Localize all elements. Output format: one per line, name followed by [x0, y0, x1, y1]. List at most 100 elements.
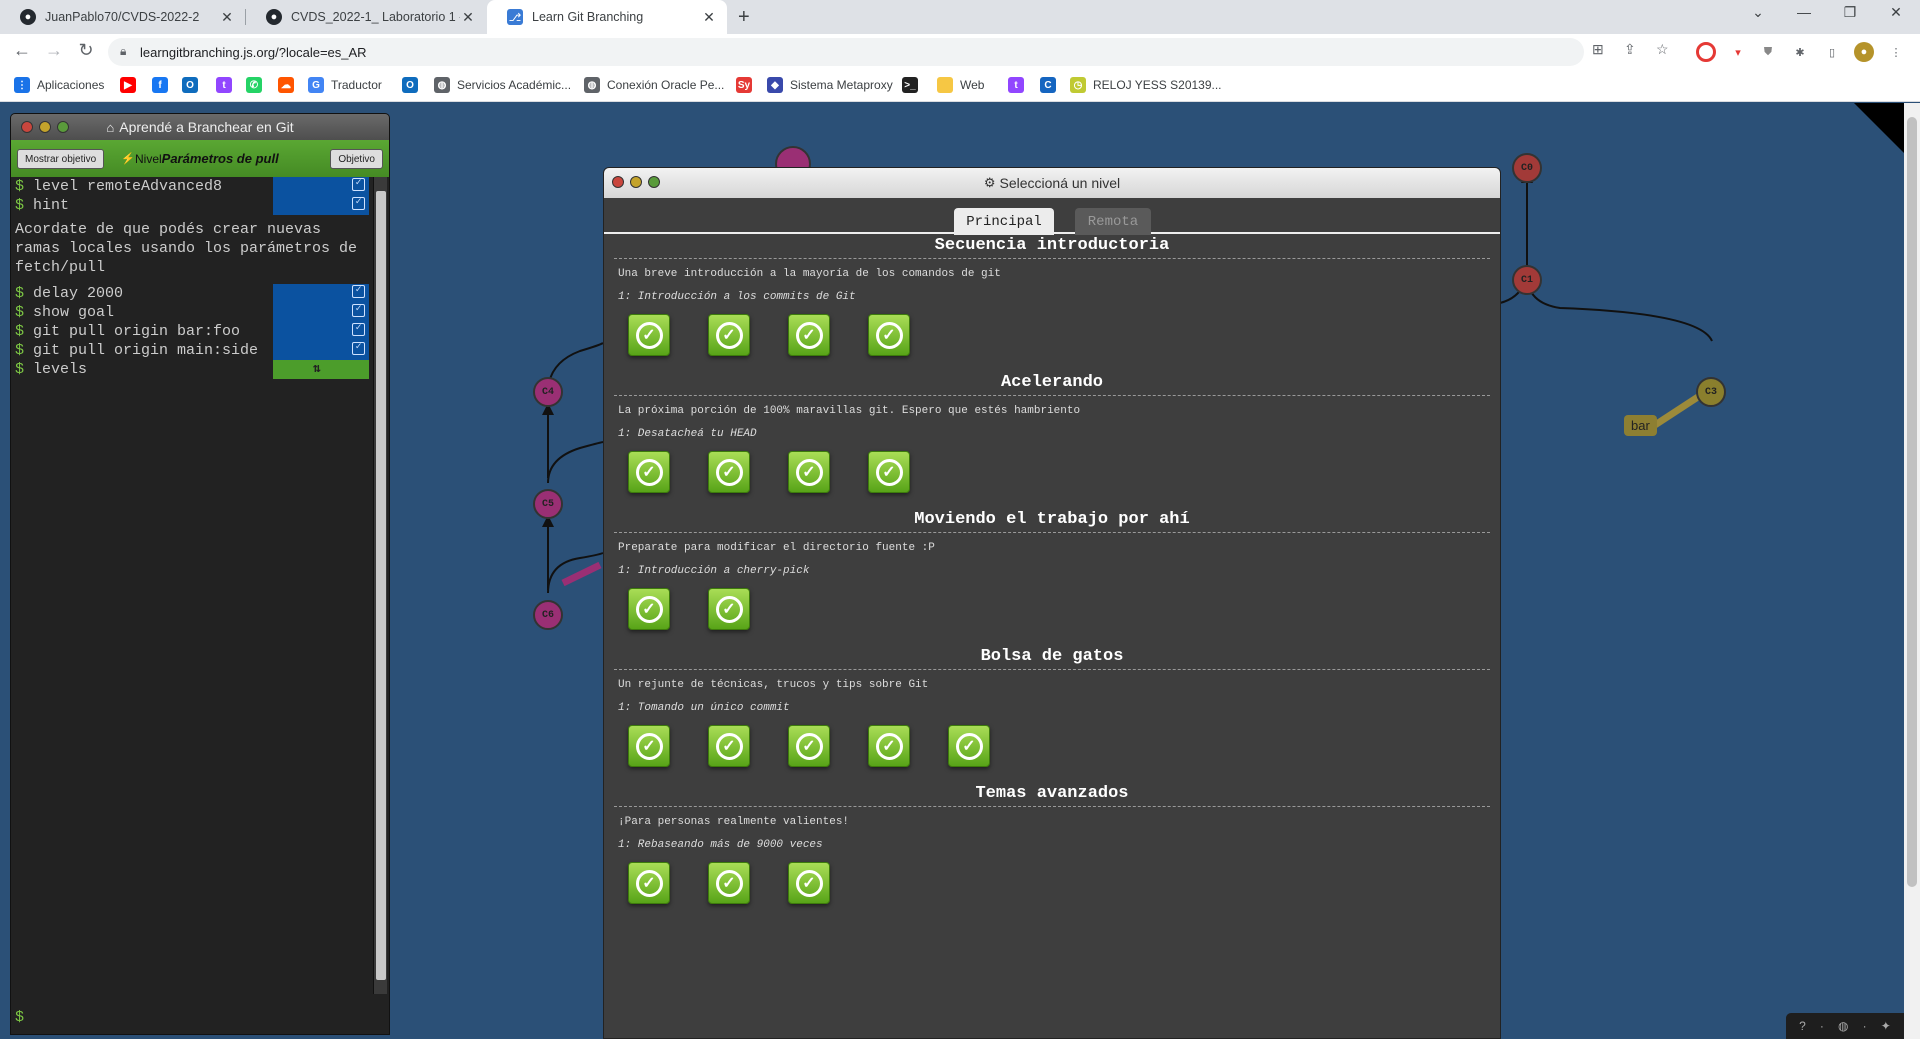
- bookmark-item[interactable]: >_: [902, 77, 925, 93]
- bookmark-item[interactable]: ☁: [278, 77, 301, 93]
- minimize-dot-icon[interactable]: [630, 176, 642, 188]
- bookmark-label: Aplicaciones: [37, 78, 105, 92]
- show-goal-button[interactable]: Mostrar objetivo: [17, 149, 105, 169]
- tab-remota[interactable]: Remota: [1075, 208, 1151, 235]
- close-tab-icon[interactable]: ✕: [219, 9, 235, 26]
- url-text: learngitbranching.js.org/?locale=es_AR: [140, 45, 367, 60]
- level-complete-icon[interactable]: ✓: [788, 451, 830, 493]
- bookmark-item[interactable]: ✆: [246, 77, 269, 93]
- forward-icon[interactable]: →: [42, 40, 66, 61]
- bookmark-item[interactable]: ▶: [120, 77, 143, 93]
- globe-icon[interactable]: ◍: [1838, 1019, 1848, 1033]
- translate-icon[interactable]: ⊞: [1592, 41, 1604, 58]
- checkmark-icon: ✓: [795, 732, 823, 760]
- commit-node-c6: C6: [533, 600, 563, 630]
- sequence-description: ¡Para personas realmente valientes!: [618, 816, 850, 828]
- level-complete-icon[interactable]: ✓: [628, 588, 670, 630]
- level-complete-icon[interactable]: ✓: [628, 451, 670, 493]
- level-complete-icon[interactable]: ✓: [868, 314, 910, 356]
- browser-tab-github-cvds[interactable]: ● JuanPablo70/CVDS-2022-2 ✕: [0, 0, 245, 34]
- bookmark-star-icon[interactable]: ☆: [1656, 41, 1669, 58]
- pocket-extension-icon[interactable]: ▾: [1728, 42, 1748, 62]
- tab-principal[interactable]: Principal: [954, 208, 1054, 235]
- level-complete-icon[interactable]: ✓: [708, 451, 750, 493]
- shield-extension-icon[interactable]: ⛊: [1758, 42, 1778, 62]
- browser-tab-laboratorio[interactable]: ● CVDS_2022-1_ Laboratorio 1 - In ✕: [246, 0, 486, 34]
- github-corner-icon[interactable]: [1854, 103, 1904, 153]
- bookmark-item[interactable]: t: [1008, 77, 1031, 93]
- maximize-dot-icon[interactable]: [57, 121, 69, 133]
- sequence-title: Acelerando: [1000, 373, 1104, 392]
- page-scrollbar[interactable]: [1904, 103, 1920, 1039]
- bookmark-item[interactable]: O: [182, 77, 205, 93]
- side-panel-icon[interactable]: ▯: [1822, 42, 1842, 62]
- level-complete-icon[interactable]: ✓: [708, 862, 750, 904]
- level-complete-icon[interactable]: ✓: [628, 862, 670, 904]
- bookmark-item[interactable]: ◍ Servicios Académic...: [434, 77, 571, 93]
- close-window-icon[interactable]: ✕: [1876, 4, 1916, 21]
- help-icon[interactable]: ?: [1799, 1019, 1806, 1033]
- tab-label: JuanPablo70/CVDS-2022-2: [45, 10, 200, 24]
- restore-icon[interactable]: ❐: [1830, 4, 1870, 21]
- bookmark-item[interactable]: O: [402, 77, 425, 93]
- level-complete-icon[interactable]: ✓: [628, 314, 670, 356]
- reload-icon[interactable]: ↻: [74, 40, 98, 61]
- bookmark-item[interactable]: C: [1040, 77, 1063, 93]
- hint-output: Acordate de que podés crear nuevas ramas…: [15, 221, 358, 276]
- level-complete-icon[interactable]: ✓: [708, 314, 750, 356]
- tab-search-icon[interactable]: ⌄: [1738, 4, 1778, 21]
- bookmark-item[interactable]: G Traductor: [308, 77, 382, 93]
- bookmark-item[interactable]: ◷ RELOJ YESS S20139...: [1070, 77, 1222, 93]
- browser-tab-learn-git[interactable]: ⎇ Learn Git Branching ✕: [487, 0, 727, 34]
- bookmark-item[interactable]: Web: [937, 77, 984, 93]
- minimize-icon[interactable]: —: [1784, 4, 1824, 20]
- apps-grid-icon: ⋮: [14, 77, 30, 93]
- level-icons: ✓ ✓ ✓ ✓: [604, 311, 1500, 371]
- back-icon[interactable]: ←: [10, 40, 34, 61]
- bookmark-item[interactable]: Sy: [736, 77, 759, 93]
- close-tab-icon[interactable]: ✕: [460, 9, 476, 26]
- bookmark-item[interactable]: ◍ Conexión Oracle Pe...: [584, 77, 724, 93]
- terminal-title: Aprendé a Branchear en Git: [119, 119, 294, 135]
- opera-extension-icon[interactable]: [1696, 42, 1716, 62]
- new-tab-icon[interactable]: +: [738, 6, 750, 29]
- level-complete-icon[interactable]: ✓: [708, 725, 750, 767]
- tab-label: CVDS_2022-1_ Laboratorio 1 - In: [291, 10, 460, 24]
- level-complete-icon[interactable]: ✓: [788, 725, 830, 767]
- scrollbar-thumb[interactable]: [1907, 117, 1917, 887]
- level-complete-icon[interactable]: ✓: [868, 725, 910, 767]
- share-icon[interactable]: ⇪: [1624, 41, 1636, 58]
- level-complete-icon[interactable]: ✓: [708, 588, 750, 630]
- bookmark-item[interactable]: t: [216, 77, 239, 93]
- terminal-scrollbar[interactable]: [373, 177, 387, 994]
- minimize-dot-icon[interactable]: [39, 121, 51, 133]
- level-sequence: Bolsa de gatos Un rejunte de técnicas, tr…: [604, 645, 1500, 782]
- profile-avatar-icon[interactable]: ●: [1854, 42, 1874, 62]
- extensions-puzzle-icon[interactable]: ✱: [1790, 42, 1810, 62]
- close-dot-icon[interactable]: [21, 121, 33, 133]
- objective-button[interactable]: Objetivo: [330, 149, 383, 169]
- close-dot-icon[interactable]: [612, 176, 624, 188]
- command-input-prompt[interactable]: $: [15, 1009, 24, 1026]
- learngit-icon: ⎇: [507, 9, 523, 25]
- scrollbar-thumb[interactable]: [376, 191, 386, 980]
- close-tab-icon[interactable]: ✕: [701, 9, 717, 26]
- checkbox-icon: ✓: [352, 285, 365, 298]
- menu-kebab-icon[interactable]: ⋮: [1886, 42, 1906, 62]
- level-complete-icon[interactable]: ✓: [628, 725, 670, 767]
- bookmark-item[interactable]: f: [152, 77, 175, 93]
- twitter-icon[interactable]: ✦: [1881, 1019, 1891, 1033]
- bookmark-item[interactable]: ◆ Sistema Metaproxy: [767, 77, 893, 93]
- level-complete-icon[interactable]: ✓: [788, 862, 830, 904]
- bookmark-label: Servicios Académic...: [457, 78, 572, 92]
- maximize-dot-icon[interactable]: [648, 176, 660, 188]
- level-complete-icon[interactable]: ✓: [788, 314, 830, 356]
- bookmark-item[interactable]: ⋮ Aplicaciones: [14, 77, 104, 93]
- level-complete-icon[interactable]: ✓: [868, 451, 910, 493]
- browser-toolbar: ← → ↻ 🔒︎ learngitbranching.js.org/?local…: [0, 34, 1920, 70]
- edge-c5-right: [547, 441, 604, 484]
- checkmark-icon: ✓: [715, 595, 743, 623]
- github-icon: ●: [20, 9, 36, 25]
- address-bar[interactable]: 🔒︎ learngitbranching.js.org/?locale=es_A…: [108, 38, 1584, 66]
- level-complete-icon[interactable]: ✓: [948, 725, 990, 767]
